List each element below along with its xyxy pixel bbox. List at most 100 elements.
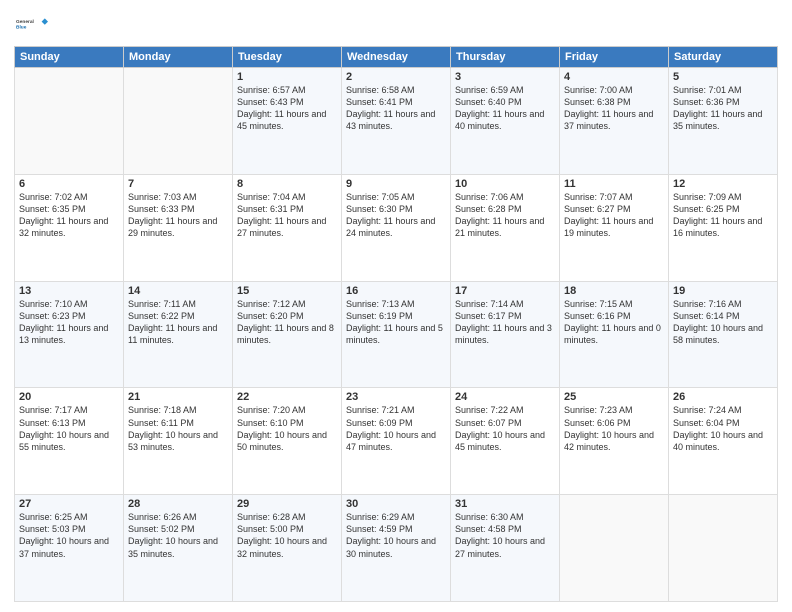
svg-text:Blue: Blue bbox=[16, 24, 27, 30]
day-number: 14 bbox=[128, 285, 228, 297]
day-number: 2 bbox=[346, 71, 446, 83]
calendar-cell: 29Sunrise: 6:28 AM Sunset: 5:00 PM Dayli… bbox=[233, 495, 342, 602]
calendar-cell: 8Sunrise: 7:04 AM Sunset: 6:31 PM Daylig… bbox=[233, 174, 342, 281]
calendar-cell: 13Sunrise: 7:10 AM Sunset: 6:23 PM Dayli… bbox=[15, 281, 124, 388]
day-info: Sunrise: 7:16 AM Sunset: 6:14 PM Dayligh… bbox=[673, 298, 773, 347]
calendar-cell: 21Sunrise: 7:18 AM Sunset: 6:11 PM Dayli… bbox=[124, 388, 233, 495]
calendar-cell: 1Sunrise: 6:57 AM Sunset: 6:43 PM Daylig… bbox=[233, 68, 342, 175]
day-info: Sunrise: 7:10 AM Sunset: 6:23 PM Dayligh… bbox=[19, 298, 119, 347]
day-info: Sunrise: 7:05 AM Sunset: 6:30 PM Dayligh… bbox=[346, 191, 446, 240]
weekday-header-saturday: Saturday bbox=[669, 47, 778, 68]
calendar-cell: 28Sunrise: 6:26 AM Sunset: 5:02 PM Dayli… bbox=[124, 495, 233, 602]
day-number: 3 bbox=[455, 71, 555, 83]
day-info: Sunrise: 7:04 AM Sunset: 6:31 PM Dayligh… bbox=[237, 191, 337, 240]
week-row-3: 13Sunrise: 7:10 AM Sunset: 6:23 PM Dayli… bbox=[15, 281, 778, 388]
day-number: 22 bbox=[237, 391, 337, 403]
week-row-2: 6Sunrise: 7:02 AM Sunset: 6:35 PM Daylig… bbox=[15, 174, 778, 281]
logo-icon: General Blue bbox=[16, 10, 48, 38]
day-number: 13 bbox=[19, 285, 119, 297]
calendar-cell: 30Sunrise: 6:29 AM Sunset: 4:59 PM Dayli… bbox=[342, 495, 451, 602]
day-number: 16 bbox=[346, 285, 446, 297]
calendar-cell bbox=[124, 68, 233, 175]
calendar-cell: 14Sunrise: 7:11 AM Sunset: 6:22 PM Dayli… bbox=[124, 281, 233, 388]
weekday-header-thursday: Thursday bbox=[451, 47, 560, 68]
day-number: 15 bbox=[237, 285, 337, 297]
calendar-cell: 23Sunrise: 7:21 AM Sunset: 6:09 PM Dayli… bbox=[342, 388, 451, 495]
day-info: Sunrise: 7:18 AM Sunset: 6:11 PM Dayligh… bbox=[128, 404, 228, 453]
day-info: Sunrise: 7:22 AM Sunset: 6:07 PM Dayligh… bbox=[455, 404, 555, 453]
calendar-cell: 7Sunrise: 7:03 AM Sunset: 6:33 PM Daylig… bbox=[124, 174, 233, 281]
day-info: Sunrise: 7:15 AM Sunset: 6:16 PM Dayligh… bbox=[564, 298, 664, 347]
day-number: 10 bbox=[455, 178, 555, 190]
calendar-cell: 24Sunrise: 7:22 AM Sunset: 6:07 PM Dayli… bbox=[451, 388, 560, 495]
day-number: 25 bbox=[564, 391, 664, 403]
weekday-header-row: SundayMondayTuesdayWednesdayThursdayFrid… bbox=[15, 47, 778, 68]
svg-text:General: General bbox=[16, 19, 34, 25]
calendar-cell: 20Sunrise: 7:17 AM Sunset: 6:13 PM Dayli… bbox=[15, 388, 124, 495]
day-number: 1 bbox=[237, 71, 337, 83]
day-number: 6 bbox=[19, 178, 119, 190]
calendar-cell: 12Sunrise: 7:09 AM Sunset: 6:25 PM Dayli… bbox=[669, 174, 778, 281]
weekday-header-tuesday: Tuesday bbox=[233, 47, 342, 68]
day-number: 29 bbox=[237, 498, 337, 510]
day-info: Sunrise: 7:06 AM Sunset: 6:28 PM Dayligh… bbox=[455, 191, 555, 240]
calendar-cell: 16Sunrise: 7:13 AM Sunset: 6:19 PM Dayli… bbox=[342, 281, 451, 388]
week-row-5: 27Sunrise: 6:25 AM Sunset: 5:03 PM Dayli… bbox=[15, 495, 778, 602]
calendar-cell: 11Sunrise: 7:07 AM Sunset: 6:27 PM Dayli… bbox=[560, 174, 669, 281]
day-info: Sunrise: 7:01 AM Sunset: 6:36 PM Dayligh… bbox=[673, 84, 773, 133]
day-number: 28 bbox=[128, 498, 228, 510]
day-number: 20 bbox=[19, 391, 119, 403]
day-info: Sunrise: 7:07 AM Sunset: 6:27 PM Dayligh… bbox=[564, 191, 664, 240]
day-number: 27 bbox=[19, 498, 119, 510]
day-number: 17 bbox=[455, 285, 555, 297]
day-number: 18 bbox=[564, 285, 664, 297]
weekday-header-sunday: Sunday bbox=[15, 47, 124, 68]
day-info: Sunrise: 6:30 AM Sunset: 4:58 PM Dayligh… bbox=[455, 511, 555, 560]
logo: General Blue bbox=[14, 10, 48, 38]
day-number: 12 bbox=[673, 178, 773, 190]
day-info: Sunrise: 7:24 AM Sunset: 6:04 PM Dayligh… bbox=[673, 404, 773, 453]
day-info: Sunrise: 7:23 AM Sunset: 6:06 PM Dayligh… bbox=[564, 404, 664, 453]
day-info: Sunrise: 7:02 AM Sunset: 6:35 PM Dayligh… bbox=[19, 191, 119, 240]
calendar-cell: 19Sunrise: 7:16 AM Sunset: 6:14 PM Dayli… bbox=[669, 281, 778, 388]
week-row-4: 20Sunrise: 7:17 AM Sunset: 6:13 PM Dayli… bbox=[15, 388, 778, 495]
day-number: 8 bbox=[237, 178, 337, 190]
day-info: Sunrise: 6:26 AM Sunset: 5:02 PM Dayligh… bbox=[128, 511, 228, 560]
calendar-cell: 18Sunrise: 7:15 AM Sunset: 6:16 PM Dayli… bbox=[560, 281, 669, 388]
day-number: 4 bbox=[564, 71, 664, 83]
day-info: Sunrise: 7:14 AM Sunset: 6:17 PM Dayligh… bbox=[455, 298, 555, 347]
day-number: 23 bbox=[346, 391, 446, 403]
day-number: 30 bbox=[346, 498, 446, 510]
page: General Blue SundayMondayTuesdayWednesda… bbox=[0, 0, 792, 612]
day-info: Sunrise: 6:59 AM Sunset: 6:40 PM Dayligh… bbox=[455, 84, 555, 133]
day-info: Sunrise: 6:25 AM Sunset: 5:03 PM Dayligh… bbox=[19, 511, 119, 560]
weekday-header-friday: Friday bbox=[560, 47, 669, 68]
calendar-cell: 5Sunrise: 7:01 AM Sunset: 6:36 PM Daylig… bbox=[669, 68, 778, 175]
header: General Blue bbox=[14, 10, 778, 38]
calendar-cell: 22Sunrise: 7:20 AM Sunset: 6:10 PM Dayli… bbox=[233, 388, 342, 495]
day-info: Sunrise: 7:12 AM Sunset: 6:20 PM Dayligh… bbox=[237, 298, 337, 347]
calendar-cell: 17Sunrise: 7:14 AM Sunset: 6:17 PM Dayli… bbox=[451, 281, 560, 388]
day-info: Sunrise: 6:58 AM Sunset: 6:41 PM Dayligh… bbox=[346, 84, 446, 133]
weekday-header-wednesday: Wednesday bbox=[342, 47, 451, 68]
day-number: 24 bbox=[455, 391, 555, 403]
day-info: Sunrise: 7:20 AM Sunset: 6:10 PM Dayligh… bbox=[237, 404, 337, 453]
calendar-cell: 25Sunrise: 7:23 AM Sunset: 6:06 PM Dayli… bbox=[560, 388, 669, 495]
day-number: 31 bbox=[455, 498, 555, 510]
day-info: Sunrise: 6:29 AM Sunset: 4:59 PM Dayligh… bbox=[346, 511, 446, 560]
day-number: 19 bbox=[673, 285, 773, 297]
day-number: 9 bbox=[346, 178, 446, 190]
calendar-cell: 26Sunrise: 7:24 AM Sunset: 6:04 PM Dayli… bbox=[669, 388, 778, 495]
day-info: Sunrise: 7:00 AM Sunset: 6:38 PM Dayligh… bbox=[564, 84, 664, 133]
calendar-cell: 4Sunrise: 7:00 AM Sunset: 6:38 PM Daylig… bbox=[560, 68, 669, 175]
calendar-cell: 6Sunrise: 7:02 AM Sunset: 6:35 PM Daylig… bbox=[15, 174, 124, 281]
calendar-cell: 10Sunrise: 7:06 AM Sunset: 6:28 PM Dayli… bbox=[451, 174, 560, 281]
day-number: 11 bbox=[564, 178, 664, 190]
day-info: Sunrise: 6:57 AM Sunset: 6:43 PM Dayligh… bbox=[237, 84, 337, 133]
day-number: 7 bbox=[128, 178, 228, 190]
calendar-cell: 3Sunrise: 6:59 AM Sunset: 6:40 PM Daylig… bbox=[451, 68, 560, 175]
day-number: 5 bbox=[673, 71, 773, 83]
day-number: 26 bbox=[673, 391, 773, 403]
day-info: Sunrise: 7:17 AM Sunset: 6:13 PM Dayligh… bbox=[19, 404, 119, 453]
calendar-cell: 27Sunrise: 6:25 AM Sunset: 5:03 PM Dayli… bbox=[15, 495, 124, 602]
